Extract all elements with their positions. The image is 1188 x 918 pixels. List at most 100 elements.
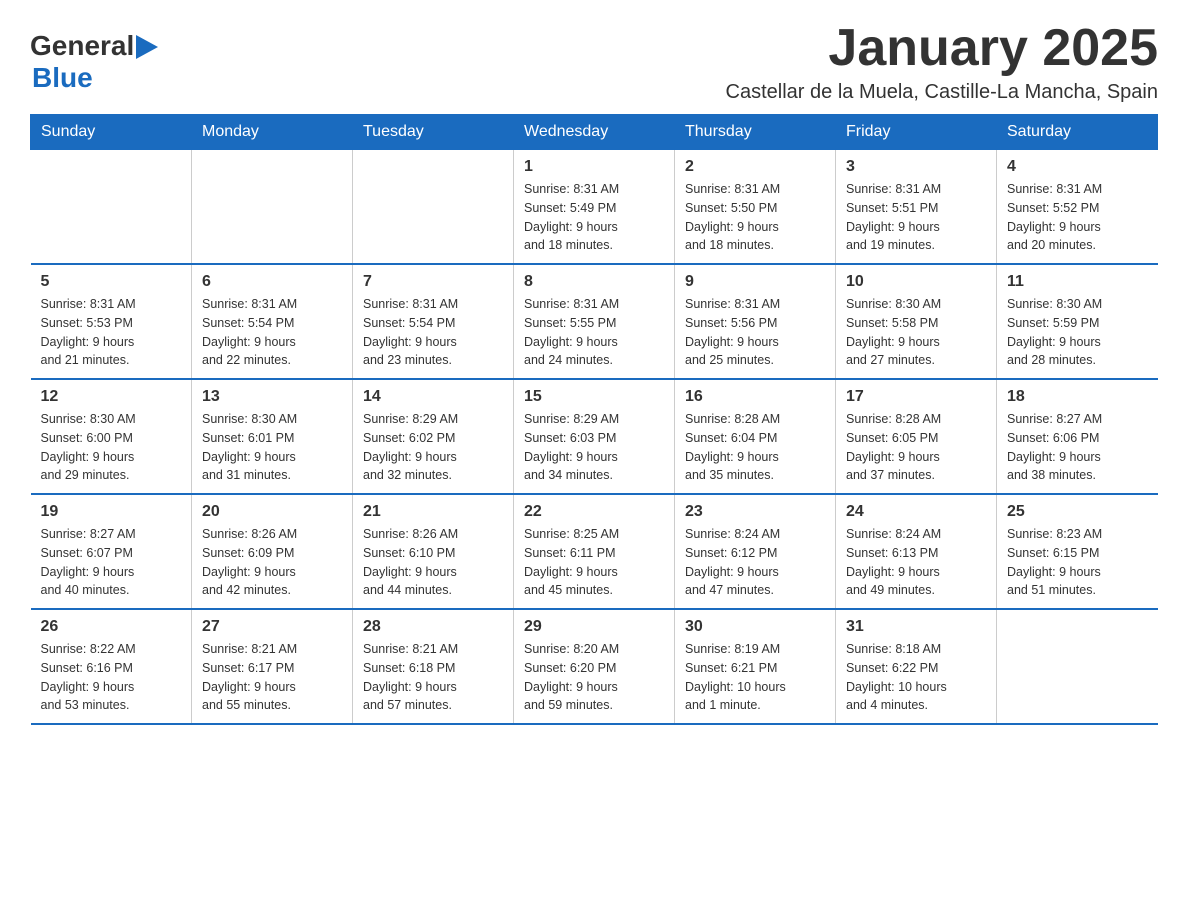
day-info: Sunrise: 8:27 AMSunset: 6:07 PMDaylight:… (41, 525, 182, 600)
calendar-cell (192, 150, 353, 265)
day-info: Sunrise: 8:27 AMSunset: 6:06 PMDaylight:… (1007, 410, 1148, 485)
calendar-cell: 16 Sunrise: 8:28 AMSunset: 6:04 PMDayligh… (675, 379, 836, 494)
day-info: Sunrise: 8:31 AMSunset: 5:56 PMDaylight:… (685, 295, 825, 370)
day-info: Sunrise: 8:18 AMSunset: 6:22 PMDaylight:… (846, 640, 986, 715)
day-number: 24 (846, 503, 986, 521)
calendar-body: 1 Sunrise: 8:31 AMSunset: 5:49 PMDaylight… (31, 150, 1158, 725)
calendar-cell: 13 Sunrise: 8:30 AMSunset: 6:01 PMDayligh… (192, 379, 353, 494)
day-number: 16 (685, 388, 825, 406)
subtitle: Castellar de la Muela, Castille-La Manch… (726, 81, 1158, 104)
day-info: Sunrise: 8:31 AMSunset: 5:50 PMDaylight:… (685, 180, 825, 255)
calendar-cell: 29 Sunrise: 8:20 AMSunset: 6:20 PMDayligh… (514, 609, 675, 724)
calendar-cell: 17 Sunrise: 8:28 AMSunset: 6:05 PMDayligh… (836, 379, 997, 494)
day-info: Sunrise: 8:30 AMSunset: 6:01 PMDaylight:… (202, 410, 342, 485)
calendar-cell: 25 Sunrise: 8:23 AMSunset: 6:15 PMDayligh… (997, 494, 1158, 609)
day-number: 15 (524, 388, 664, 406)
calendar-cell: 22 Sunrise: 8:25 AMSunset: 6:11 PMDayligh… (514, 494, 675, 609)
calendar-cell: 19 Sunrise: 8:27 AMSunset: 6:07 PMDayligh… (31, 494, 192, 609)
day-number: 5 (41, 273, 182, 291)
day-info: Sunrise: 8:23 AMSunset: 6:15 PMDaylight:… (1007, 525, 1148, 600)
day-header-monday: Monday (192, 115, 353, 150)
day-info: Sunrise: 8:31 AMSunset: 5:51 PMDaylight:… (846, 180, 986, 255)
day-info: Sunrise: 8:25 AMSunset: 6:11 PMDaylight:… (524, 525, 664, 600)
calendar-cell: 7Sunrise: 8:31 AMSunset: 5:54 PMDaylight… (353, 264, 514, 379)
day-number: 9 (685, 273, 825, 291)
day-number: 18 (1007, 388, 1148, 406)
day-header-tuesday: Tuesday (353, 115, 514, 150)
day-number: 29 (524, 618, 664, 636)
calendar-cell: 27Sunrise: 8:21 AMSunset: 6:17 PMDayligh… (192, 609, 353, 724)
day-number: 28 (363, 618, 503, 636)
calendar-cell: 15 Sunrise: 8:29 AMSunset: 6:03 PMDayligh… (514, 379, 675, 494)
day-number: 8 (524, 273, 664, 291)
title-section: January 2025 Castellar de la Muela, Cast… (726, 20, 1158, 104)
day-number: 13 (202, 388, 342, 406)
day-info: Sunrise: 8:29 AMSunset: 6:03 PMDaylight:… (524, 410, 664, 485)
logo-triangle-icon (136, 31, 158, 59)
day-info: Sunrise: 8:26 AMSunset: 6:10 PMDaylight:… (363, 525, 503, 600)
day-info: Sunrise: 8:30 AMSunset: 5:58 PMDaylight:… (846, 295, 986, 370)
logo-blue-text: Blue (32, 62, 158, 94)
logo-general-text: General (30, 30, 134, 62)
day-number: 19 (41, 503, 182, 521)
day-info: Sunrise: 8:31 AMSunset: 5:49 PMDaylight:… (524, 180, 664, 255)
calendar-cell: 10Sunrise: 8:30 AMSunset: 5:58 PMDayligh… (836, 264, 997, 379)
calendar-header: SundayMondayTuesdayWednesdayThursdayFrid… (31, 115, 1158, 150)
day-info: Sunrise: 8:22 AMSunset: 6:16 PMDaylight:… (41, 640, 182, 715)
week-row-4: 19 Sunrise: 8:27 AMSunset: 6:07 PMDayligh… (31, 494, 1158, 609)
day-number: 12 (41, 388, 182, 406)
main-title: January 2025 (726, 20, 1158, 77)
week-row-1: 1 Sunrise: 8:31 AMSunset: 5:49 PMDaylight… (31, 150, 1158, 265)
day-number: 11 (1007, 273, 1148, 291)
day-header-thursday: Thursday (675, 115, 836, 150)
day-number: 1 (524, 158, 664, 176)
day-info: Sunrise: 8:31 AMSunset: 5:52 PMDaylight:… (1007, 180, 1148, 255)
calendar-cell: 24 Sunrise: 8:24 AMSunset: 6:13 PMDayligh… (836, 494, 997, 609)
calendar-cell: 31 Sunrise: 8:18 AMSunset: 6:22 PMDayligh… (836, 609, 997, 724)
calendar-cell: 14Sunrise: 8:29 AMSunset: 6:02 PMDayligh… (353, 379, 514, 494)
day-info: Sunrise: 8:30 AMSunset: 6:00 PMDaylight:… (41, 410, 182, 485)
day-info: Sunrise: 8:31 AMSunset: 5:53 PMDaylight:… (41, 295, 182, 370)
day-info: Sunrise: 8:30 AMSunset: 5:59 PMDaylight:… (1007, 295, 1148, 370)
day-info: Sunrise: 8:31 AMSunset: 5:54 PMDaylight:… (363, 295, 503, 370)
day-number: 4 (1007, 158, 1148, 176)
day-header-wednesday: Wednesday (514, 115, 675, 150)
day-info: Sunrise: 8:28 AMSunset: 6:04 PMDaylight:… (685, 410, 825, 485)
calendar-cell: 8Sunrise: 8:31 AMSunset: 5:55 PMDaylight… (514, 264, 675, 379)
day-number: 25 (1007, 503, 1148, 521)
day-number: 6 (202, 273, 342, 291)
calendar-cell: 3 Sunrise: 8:31 AMSunset: 5:51 PMDaylight… (836, 150, 997, 265)
calendar-cell: 1 Sunrise: 8:31 AMSunset: 5:49 PMDaylight… (514, 150, 675, 265)
day-info: Sunrise: 8:20 AMSunset: 6:20 PMDaylight:… (524, 640, 664, 715)
calendar-cell (997, 609, 1158, 724)
week-row-5: 26Sunrise: 8:22 AMSunset: 6:16 PMDayligh… (31, 609, 1158, 724)
day-number: 17 (846, 388, 986, 406)
day-info: Sunrise: 8:31 AMSunset: 5:54 PMDaylight:… (202, 295, 342, 370)
calendar-cell: 23 Sunrise: 8:24 AMSunset: 6:12 PMDayligh… (675, 494, 836, 609)
day-number: 3 (846, 158, 986, 176)
calendar-cell (31, 150, 192, 265)
day-number: 21 (363, 503, 503, 521)
day-number: 23 (685, 503, 825, 521)
day-number: 31 (846, 618, 986, 636)
day-info: Sunrise: 8:28 AMSunset: 6:05 PMDaylight:… (846, 410, 986, 485)
calendar-cell: 2 Sunrise: 8:31 AMSunset: 5:50 PMDaylight… (675, 150, 836, 265)
day-number: 30 (685, 618, 825, 636)
logo: General Blue (30, 30, 158, 94)
day-header-sunday: Sunday (31, 115, 192, 150)
calendar-cell: 6 Sunrise: 8:31 AMSunset: 5:54 PMDaylight… (192, 264, 353, 379)
day-number: 2 (685, 158, 825, 176)
day-number: 22 (524, 503, 664, 521)
calendar-cell: 12 Sunrise: 8:30 AMSunset: 6:00 PMDayligh… (31, 379, 192, 494)
day-number: 14 (363, 388, 503, 406)
day-headers-row: SundayMondayTuesdayWednesdayThursdayFrid… (31, 115, 1158, 150)
calendar-cell: 28 Sunrise: 8:21 AMSunset: 6:18 PMDayligh… (353, 609, 514, 724)
day-info: Sunrise: 8:21 AMSunset: 6:17 PMDaylight:… (202, 640, 342, 715)
calendar-cell: 11 Sunrise: 8:30 AMSunset: 5:59 PMDayligh… (997, 264, 1158, 379)
day-info: Sunrise: 8:24 AMSunset: 6:12 PMDaylight:… (685, 525, 825, 600)
day-info: Sunrise: 8:21 AMSunset: 6:18 PMDaylight:… (363, 640, 503, 715)
day-header-friday: Friday (836, 115, 997, 150)
day-info: Sunrise: 8:24 AMSunset: 6:13 PMDaylight:… (846, 525, 986, 600)
day-header-saturday: Saturday (997, 115, 1158, 150)
calendar-cell: 18 Sunrise: 8:27 AMSunset: 6:06 PMDayligh… (997, 379, 1158, 494)
